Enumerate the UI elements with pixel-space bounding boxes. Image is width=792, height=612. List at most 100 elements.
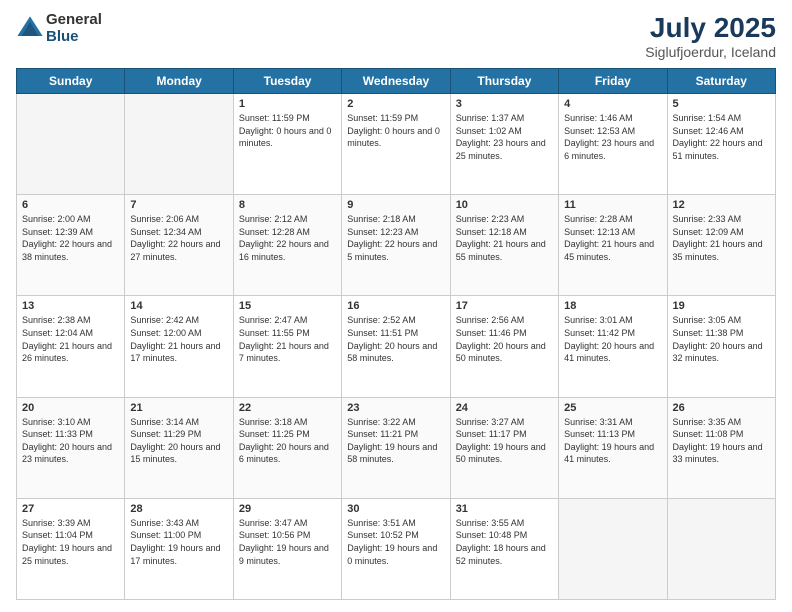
day-info: Sunrise: 3:18 AM Sunset: 11:25 PM Daylig… bbox=[239, 416, 336, 466]
calendar-cell: 16 Sunrise: 2:52 AM Sunset: 11:51 PM Dayl… bbox=[342, 296, 450, 397]
day-info: Sunrise: 3:01 AM Sunset: 11:42 PM Daylig… bbox=[564, 314, 661, 364]
calendar-cell: 19 Sunrise: 3:05 AM Sunset: 11:38 PM Dayl… bbox=[667, 296, 775, 397]
day-number: 14 bbox=[130, 300, 227, 312]
calendar-cell: 4 Sunrise: 1:46 AM Sunset: 12:53 AM Dayli… bbox=[559, 94, 667, 195]
calendar-cell: 30 Sunrise: 3:51 AM Sunset: 10:52 PM Dayl… bbox=[342, 498, 450, 599]
day-number: 11 bbox=[564, 199, 661, 211]
calendar-table: SundayMondayTuesdayWednesdayThursdayFrid… bbox=[16, 68, 776, 600]
calendar-cell bbox=[125, 94, 233, 195]
day-number: 16 bbox=[347, 300, 444, 312]
day-number: 2 bbox=[347, 98, 444, 110]
calendar-cell: 15Sunrise: 2:47 AM Sunset: 11:55 PM Dayl… bbox=[233, 296, 341, 397]
calendar-cell: 3 Sunrise: 1:37 AM Sunset: 1:02 AM Daylig… bbox=[450, 94, 558, 195]
day-number: 10 bbox=[456, 199, 553, 211]
day-number: 21 bbox=[130, 402, 227, 414]
day-info: Sunset: 11:59 PM Daylight: 0 hours and 0… bbox=[347, 112, 444, 150]
calendar-week-2: 13Sunrise: 2:38 AM Sunset: 12:04 AM Dayl… bbox=[17, 296, 776, 397]
day-info: Sunrise: 3:14 AM Sunset: 11:29 PM Daylig… bbox=[130, 416, 227, 466]
calendar-cell: 31 Sunrise: 3:55 AM Sunset: 10:48 PM Dayl… bbox=[450, 498, 558, 599]
location-subtitle: Siglufjoerdur, Iceland bbox=[645, 44, 776, 60]
day-number: 24 bbox=[456, 402, 553, 414]
calendar-cell: 24 Sunrise: 3:27 AM Sunset: 11:17 PM Dayl… bbox=[450, 397, 558, 498]
day-number: 23 bbox=[347, 402, 444, 414]
calendar-cell: 13Sunrise: 2:38 AM Sunset: 12:04 AM Dayl… bbox=[17, 296, 125, 397]
logo-text: General Blue bbox=[46, 12, 102, 45]
day-info: Sunrise: 3:31 AM Sunset: 11:13 PM Daylig… bbox=[564, 416, 661, 466]
calendar-cell: 28Sunrise: 3:43 AM Sunset: 11:00 PM Dayl… bbox=[125, 498, 233, 599]
logo-icon bbox=[16, 15, 44, 43]
day-number: 15 bbox=[239, 300, 336, 312]
calendar-cell bbox=[559, 498, 667, 599]
day-header-thursday: Thursday bbox=[450, 69, 558, 94]
day-header-sunday: Sunday bbox=[17, 69, 125, 94]
day-info: Sunrise: 2:06 AM Sunset: 12:34 AM Daylig… bbox=[130, 213, 227, 263]
day-info: Sunrise: 1:46 AM Sunset: 12:53 AM Daylig… bbox=[564, 112, 661, 162]
calendar-week-0: 1 Sunset: 11:59 PM Daylight: 0 hours and … bbox=[17, 94, 776, 195]
day-info: Sunrise: 2:18 AM Sunset: 12:23 AM Daylig… bbox=[347, 213, 444, 263]
calendar-cell: 26Sunrise: 3:35 AM Sunset: 11:08 PM Dayl… bbox=[667, 397, 775, 498]
day-header-wednesday: Wednesday bbox=[342, 69, 450, 94]
day-number: 8 bbox=[239, 199, 336, 211]
page: General Blue July 2025 Siglufjoerdur, Ic… bbox=[0, 0, 792, 612]
day-info: Sunrise: 1:54 AM Sunset: 12:46 AM Daylig… bbox=[673, 112, 770, 162]
day-info: Sunrise: 3:35 AM Sunset: 11:08 PM Daylig… bbox=[673, 416, 770, 466]
day-info: Sunrise: 2:52 AM Sunset: 11:51 PM Daylig… bbox=[347, 314, 444, 364]
month-title: July 2025 bbox=[645, 12, 776, 44]
day-number: 9 bbox=[347, 199, 444, 211]
calendar-cell: 22Sunrise: 3:18 AM Sunset: 11:25 PM Dayl… bbox=[233, 397, 341, 498]
calendar-cell: 23Sunrise: 3:22 AM Sunset: 11:21 PM Dayl… bbox=[342, 397, 450, 498]
day-info: Sunrise: 2:12 AM Sunset: 12:28 AM Daylig… bbox=[239, 213, 336, 263]
day-info: Sunrise: 3:05 AM Sunset: 11:38 PM Daylig… bbox=[673, 314, 770, 364]
calendar-cell: 1Sunset: 11:59 PM Daylight: 0 hours and … bbox=[233, 94, 341, 195]
day-number: 6 bbox=[22, 199, 119, 211]
day-info: Sunrise: 3:39 AM Sunset: 11:04 PM Daylig… bbox=[22, 517, 119, 567]
calendar-cell: 6 Sunrise: 2:00 AM Sunset: 12:39 AM Dayli… bbox=[17, 195, 125, 296]
day-number: 18 bbox=[564, 300, 661, 312]
calendar-cell: 8 Sunrise: 2:12 AM Sunset: 12:28 AM Dayli… bbox=[233, 195, 341, 296]
calendar-cell: 9 Sunrise: 2:18 AM Sunset: 12:23 AM Dayli… bbox=[342, 195, 450, 296]
logo-general-text: General bbox=[46, 12, 102, 29]
calendar-cell: 27 Sunrise: 3:39 AM Sunset: 11:04 PM Dayl… bbox=[17, 498, 125, 599]
day-number: 19 bbox=[673, 300, 770, 312]
day-number: 30 bbox=[347, 503, 444, 515]
day-number: 31 bbox=[456, 503, 553, 515]
day-info: Sunrise: 2:28 AM Sunset: 12:13 AM Daylig… bbox=[564, 213, 661, 263]
day-info: Sunrise: 3:51 AM Sunset: 10:52 PM Daylig… bbox=[347, 517, 444, 567]
calendar-cell: 11 Sunrise: 2:28 AM Sunset: 12:13 AM Dayl… bbox=[559, 195, 667, 296]
day-number: 7 bbox=[130, 199, 227, 211]
day-header-saturday: Saturday bbox=[667, 69, 775, 94]
day-number: 28 bbox=[130, 503, 227, 515]
day-number: 4 bbox=[564, 98, 661, 110]
calendar-cell bbox=[667, 498, 775, 599]
day-info: Sunrise: 2:56 AM Sunset: 11:46 PM Daylig… bbox=[456, 314, 553, 364]
day-number: 1 bbox=[239, 98, 336, 110]
day-header-monday: Monday bbox=[125, 69, 233, 94]
day-number: 5 bbox=[673, 98, 770, 110]
day-number: 27 bbox=[22, 503, 119, 515]
day-info: Sunrise: 2:42 AM Sunset: 12:00 AM Daylig… bbox=[130, 314, 227, 364]
day-number: 12 bbox=[673, 199, 770, 211]
day-info: Sunrise: 2:33 AM Sunset: 12:09 AM Daylig… bbox=[673, 213, 770, 263]
day-info: Sunrise: 3:10 AM Sunset: 11:33 PM Daylig… bbox=[22, 416, 119, 466]
day-number: 29 bbox=[239, 503, 336, 515]
calendar-cell: 5 Sunrise: 1:54 AM Sunset: 12:46 AM Dayli… bbox=[667, 94, 775, 195]
calendar-week-4: 27 Sunrise: 3:39 AM Sunset: 11:04 PM Dayl… bbox=[17, 498, 776, 599]
logo: General Blue bbox=[16, 12, 102, 45]
logo-blue-text: Blue bbox=[46, 29, 102, 46]
day-info: Sunrise: 3:55 AM Sunset: 10:48 PM Daylig… bbox=[456, 517, 553, 567]
calendar-header-row: SundayMondayTuesdayWednesdayThursdayFrid… bbox=[17, 69, 776, 94]
day-number: 3 bbox=[456, 98, 553, 110]
calendar-cell: 17Sunrise: 2:56 AM Sunset: 11:46 PM Dayl… bbox=[450, 296, 558, 397]
day-header-tuesday: Tuesday bbox=[233, 69, 341, 94]
calendar-cell: 29Sunrise: 3:47 AM Sunset: 10:56 PM Dayl… bbox=[233, 498, 341, 599]
day-info: Sunrise: 2:23 AM Sunset: 12:18 AM Daylig… bbox=[456, 213, 553, 263]
day-info: Sunrise: 3:27 AM Sunset: 11:17 PM Daylig… bbox=[456, 416, 553, 466]
calendar-cell: 10 Sunrise: 2:23 AM Sunset: 12:18 AM Dayl… bbox=[450, 195, 558, 296]
calendar-week-1: 6 Sunrise: 2:00 AM Sunset: 12:39 AM Dayli… bbox=[17, 195, 776, 296]
day-info: Sunrise: 1:37 AM Sunset: 1:02 AM Dayligh… bbox=[456, 112, 553, 162]
calendar-cell: 2 Sunset: 11:59 PM Daylight: 0 hours and … bbox=[342, 94, 450, 195]
day-info: Sunrise: 2:00 AM Sunset: 12:39 AM Daylig… bbox=[22, 213, 119, 263]
calendar-week-3: 20Sunrise: 3:10 AM Sunset: 11:33 PM Dayl… bbox=[17, 397, 776, 498]
calendar-cell: 25Sunrise: 3:31 AM Sunset: 11:13 PM Dayl… bbox=[559, 397, 667, 498]
title-block: July 2025 Siglufjoerdur, Iceland bbox=[645, 12, 776, 60]
